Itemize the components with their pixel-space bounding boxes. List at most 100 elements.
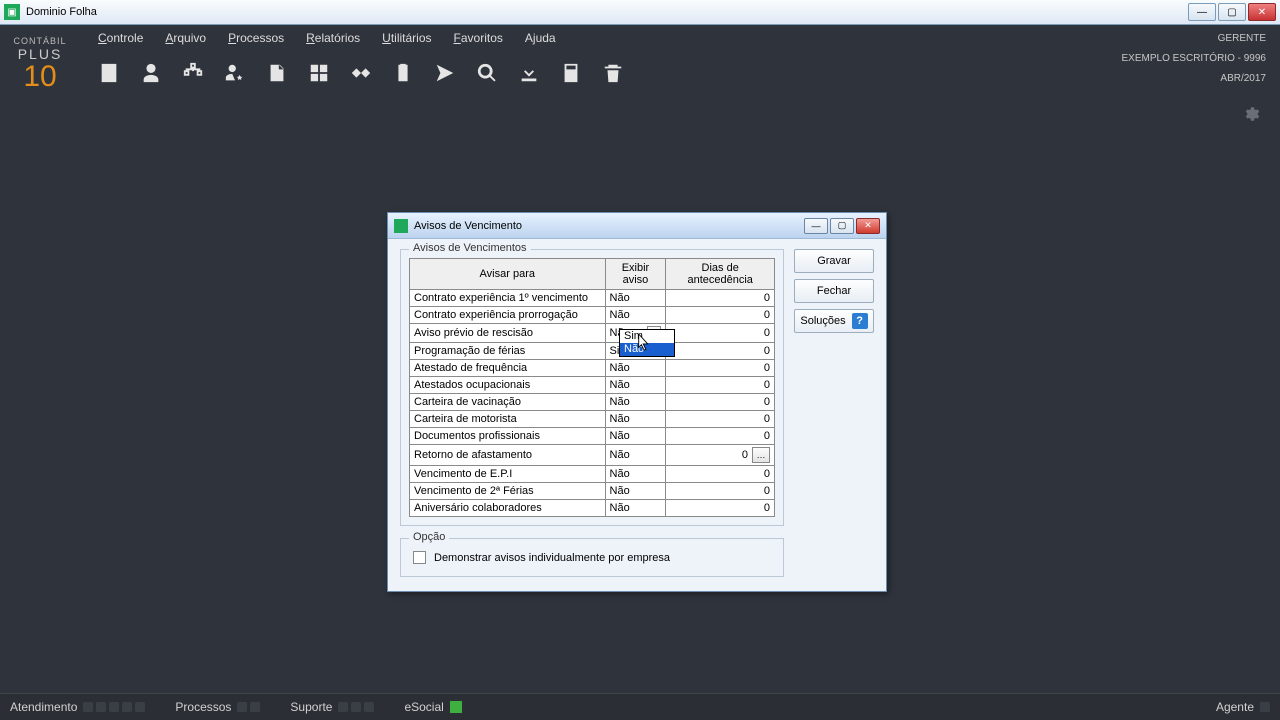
dialog-close-button[interactable]: ✕ xyxy=(856,218,880,234)
cell-dias[interactable]: 0 xyxy=(666,324,775,343)
menu-ajuda[interactable]: Ajuda xyxy=(525,31,556,45)
solucoes-button[interactable]: Soluções ? xyxy=(794,309,874,333)
cell-exibir-aviso[interactable]: Não xyxy=(605,428,666,445)
tool-download-icon[interactable] xyxy=(508,53,550,93)
tool-grid-icon[interactable] xyxy=(298,53,340,93)
table-row: Retorno de afastamentoNão0… xyxy=(410,445,775,466)
menu-arquivo[interactable]: Arquivo xyxy=(165,31,206,45)
tool-clipboard-icon[interactable] xyxy=(382,53,424,93)
status-atendimento[interactable]: Atendimento xyxy=(10,700,145,714)
tool-handshake-icon[interactable] xyxy=(340,53,382,93)
checkbox-individual-empresa[interactable] xyxy=(413,551,426,564)
menu-controle[interactable]: Controle xyxy=(98,31,143,45)
cell-exibir-aviso[interactable]: Não xyxy=(605,500,666,517)
minimize-button[interactable]: — xyxy=(1188,3,1216,21)
cell-exibir-aviso[interactable]: Não xyxy=(605,483,666,500)
menu-utilitarios[interactable]: Utilitários xyxy=(382,31,431,45)
cell-exibir-aviso[interactable]: Não xyxy=(605,290,666,307)
cell-label: Atestados ocupacionais xyxy=(410,377,606,394)
ellipsis-button[interactable]: … xyxy=(752,447,770,463)
table-row: Contrato experiência prorrogaçãoNão0 xyxy=(410,307,775,324)
tool-calculator-icon[interactable] xyxy=(550,53,592,93)
cell-exibir-aviso[interactable]: Não xyxy=(605,394,666,411)
avisos-table: Avisar para Exibir aviso Dias de anteced… xyxy=(409,258,775,517)
cell-label: Atestado de frequência xyxy=(410,360,606,377)
tool-person-icon[interactable] xyxy=(130,53,172,93)
table-row: Carteira de motoristaNão0 xyxy=(410,411,775,428)
cell-label: Documentos profissionais xyxy=(410,428,606,445)
status-processos[interactable]: Processos xyxy=(175,700,260,714)
col-exibir-aviso: Exibir aviso xyxy=(605,259,666,290)
cell-dias[interactable]: 0 xyxy=(666,428,775,445)
table-row: Atestados ocupacionaisNão0 xyxy=(410,377,775,394)
window-titlebar: ▣ Dominio Folha — ▢ ✕ xyxy=(0,0,1280,25)
cell-label: Contrato experiência prorrogação xyxy=(410,307,606,324)
cell-dias[interactable]: 0 xyxy=(666,500,775,517)
dropdown-option-sim[interactable]: Sim xyxy=(620,330,674,343)
main-ribbon: CONTÁBIL PLUS 10 Controle Arquivo Proces… xyxy=(0,25,1280,103)
fechar-button[interactable]: Fechar xyxy=(794,279,874,303)
dialog-minimize-button[interactable]: — xyxy=(804,218,828,234)
cell-dias[interactable]: 0 xyxy=(666,377,775,394)
exibir-aviso-dropdown[interactable]: Sim Não xyxy=(619,329,675,357)
dialog-maximize-button[interactable]: ▢ xyxy=(830,218,854,234)
cell-label: Contrato experiência 1º vencimento xyxy=(410,290,606,307)
menu-favoritos[interactable]: Favoritos xyxy=(454,31,503,45)
cell-exibir-aviso[interactable]: Não xyxy=(605,466,666,483)
status-agente[interactable]: Agente xyxy=(1216,700,1270,714)
status-suporte[interactable]: Suporte xyxy=(290,700,374,714)
status-bar: Atendimento Processos Suporte eSocial Ag… xyxy=(0,693,1280,720)
table-row: Vencimento de E.P.INão0 xyxy=(410,466,775,483)
tool-note-icon[interactable] xyxy=(256,53,298,93)
col-avisar-para: Avisar para xyxy=(410,259,606,290)
cell-dias[interactable]: 0 xyxy=(666,411,775,428)
dropdown-option-nao[interactable]: Não xyxy=(620,343,674,356)
app-logo: CONTÁBIL PLUS 10 xyxy=(0,25,80,103)
user-role: GERENTE xyxy=(1122,29,1267,49)
cell-label: Carteira de motorista xyxy=(410,411,606,428)
group-label-avisos: Avisos de Vencimentos xyxy=(409,242,531,254)
cell-label: Aviso prévio de rescisão xyxy=(410,324,606,343)
menu-processos[interactable]: Processos xyxy=(228,31,284,45)
cell-label: Retorno de afastamento xyxy=(410,445,606,466)
dialog-titlebar[interactable]: Avisos de Vencimento — ▢ ✕ xyxy=(388,213,886,239)
cell-label: Carteira de vacinação xyxy=(410,394,606,411)
settings-gear-icon[interactable] xyxy=(1242,105,1260,128)
cell-dias[interactable]: 0 xyxy=(666,290,775,307)
tool-person-config-icon[interactable] xyxy=(214,53,256,93)
group-label-opcao: Opção xyxy=(409,531,449,543)
tool-plane-icon[interactable] xyxy=(424,53,466,93)
menu-relatorios[interactable]: Relatórios xyxy=(306,31,360,45)
cell-dias[interactable]: 0 xyxy=(666,466,775,483)
cell-dias[interactable]: 0… xyxy=(666,445,775,466)
gravar-button[interactable]: Gravar xyxy=(794,249,874,273)
maximize-button[interactable]: ▢ xyxy=(1218,3,1246,21)
cell-dias[interactable]: 0 xyxy=(666,360,775,377)
main-menu: Controle Arquivo Processos Relatórios Ut… xyxy=(80,25,1280,45)
cell-dias[interactable]: 0 xyxy=(666,343,775,360)
tool-company-icon[interactable] xyxy=(88,53,130,93)
app-icon: ▣ xyxy=(4,4,20,20)
period-label: ABR/2017 xyxy=(1122,69,1267,89)
close-button[interactable]: ✕ xyxy=(1248,3,1276,21)
cell-exibir-aviso[interactable]: Não xyxy=(605,360,666,377)
table-row: Aniversário colaboradoresNão0 xyxy=(410,500,775,517)
tool-org-icon[interactable] xyxy=(172,53,214,93)
cell-label: Vencimento de E.P.I xyxy=(410,466,606,483)
col-dias: Dias de antecedência xyxy=(666,259,775,290)
cell-exibir-aviso[interactable]: Não xyxy=(605,411,666,428)
cell-exibir-aviso[interactable]: Não xyxy=(605,307,666,324)
cell-dias[interactable]: 0 xyxy=(666,307,775,324)
table-row: Programação de fériasSim0 xyxy=(410,343,775,360)
cell-dias[interactable]: 0 xyxy=(666,483,775,500)
cell-dias[interactable]: 0 xyxy=(666,394,775,411)
tool-search-icon[interactable] xyxy=(466,53,508,93)
cell-label: Aniversário colaboradores xyxy=(410,500,606,517)
cell-exibir-aviso[interactable]: Não xyxy=(605,445,666,466)
header-info: GERENTE EXEMPLO ESCRITÓRIO - 9996 ABR/20… xyxy=(1122,29,1267,89)
status-esocial[interactable]: eSocial xyxy=(404,700,461,714)
tool-trash-icon[interactable] xyxy=(592,53,634,93)
dialog-avisos-vencimento: Avisos de Vencimento — ▢ ✕ Avisos de Ven… xyxy=(387,212,887,592)
cell-exibir-aviso[interactable]: Não xyxy=(605,377,666,394)
cell-label: Vencimento de 2ª Férias xyxy=(410,483,606,500)
